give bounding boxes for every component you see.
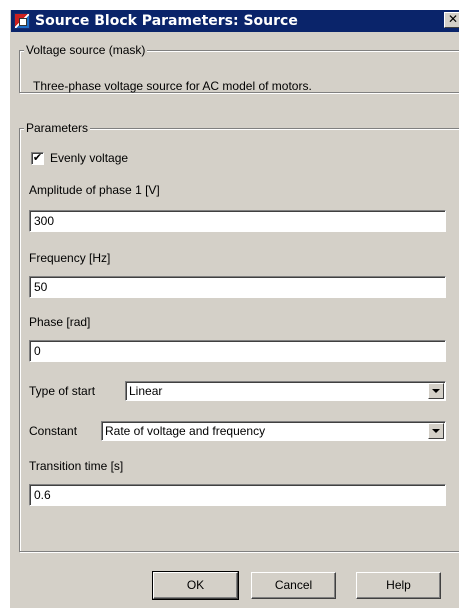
amplitude-field[interactable]: 300 [29, 210, 446, 232]
window-title: Source Block Parameters: Source [35, 13, 298, 29]
frequency-label: Frequency [Hz] [29, 251, 111, 265]
simulink-block-icon [14, 13, 30, 29]
evenly-voltage-label: Evenly voltage [50, 151, 129, 165]
phase-field[interactable]: 0 [29, 340, 446, 362]
help-button[interactable]: Help [356, 572, 441, 599]
amplitude-label: Amplitude of phase 1 [V] [29, 183, 160, 197]
transition-time-field[interactable]: 0.6 [29, 484, 446, 506]
type-of-start-select[interactable]: Linear [125, 381, 446, 401]
chevron-down-icon[interactable] [428, 423, 444, 439]
phase-label: Phase [rad] [29, 315, 91, 329]
mask-group-legend: Voltage source (mask) [24, 43, 148, 57]
frequency-field[interactable]: 50 [29, 276, 446, 298]
parameters-group-legend: Parameters [24, 121, 91, 135]
chevron-down-icon[interactable] [428, 383, 444, 399]
type-of-start-label: Type of start [29, 384, 96, 398]
ok-button[interactable]: OK [152, 571, 239, 600]
constant-value: Rate of voltage and frequency [105, 424, 266, 438]
evenly-voltage-checkbox[interactable]: ✔ [31, 151, 44, 165]
mask-description: Three-phase voltage source for AC model … [33, 79, 312, 93]
cancel-button[interactable]: Cancel [251, 572, 336, 599]
transition-time-label: Transition time [s] [29, 459, 124, 473]
evenly-voltage-row[interactable]: ✔ Evenly voltage [31, 151, 128, 165]
close-icon[interactable]: ✕ [444, 12, 459, 28]
constant-select[interactable]: Rate of voltage and frequency [101, 421, 446, 441]
title-bar[interactable]: Source Block Parameters: Source ✕ [11, 10, 459, 32]
constant-label: Constant [29, 424, 78, 438]
dialog-window: Source Block Parameters: Source ✕ Voltag… [10, 10, 459, 608]
type-of-start-value: Linear [129, 384, 163, 398]
